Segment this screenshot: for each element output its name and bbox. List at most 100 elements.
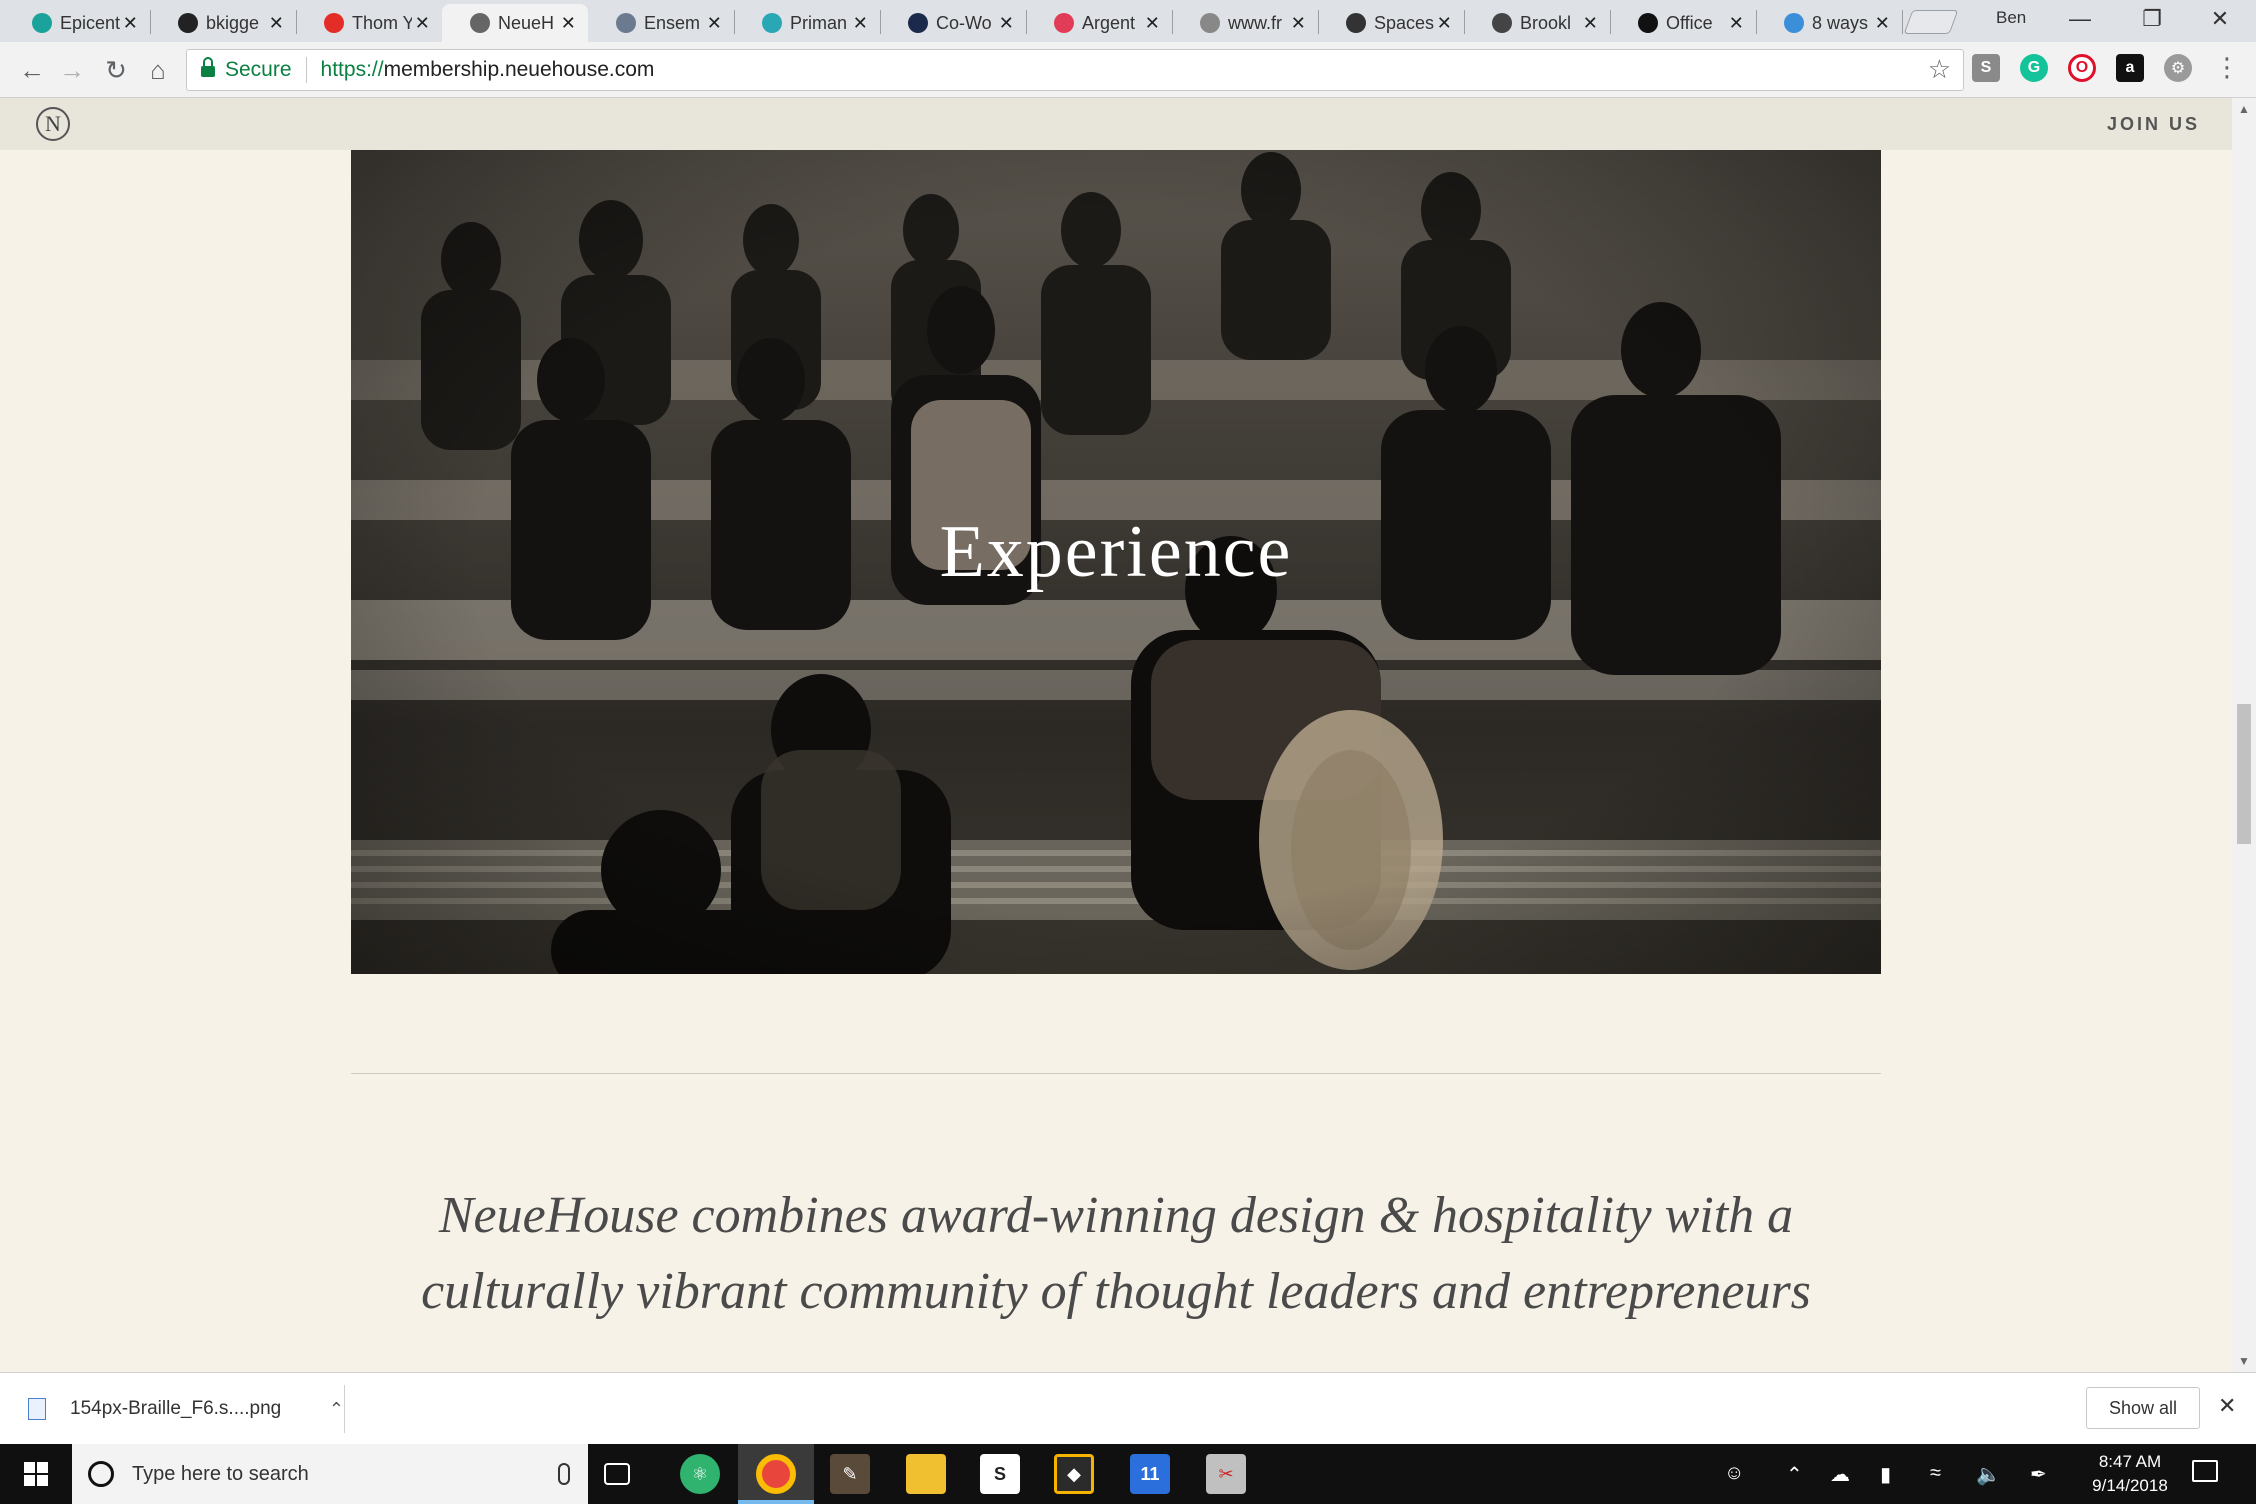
calendar-icon[interactable]: 11 — [1130, 1454, 1170, 1494]
neuehouse-logo-icon[interactable]: N — [36, 107, 70, 141]
grammarly-icon[interactable]: G — [2020, 54, 2048, 82]
close-tab-icon[interactable]: ✕ — [1288, 13, 1308, 34]
browser-tab[interactable]: bkigge ✕ — [150, 4, 296, 42]
snipping-tool-icon[interactable]: ✂ — [1206, 1454, 1246, 1494]
tab-title: Co-Wo — [936, 12, 992, 33]
close-tab-icon[interactable]: ✕ — [266, 13, 286, 34]
close-tab-icon[interactable]: ✕ — [120, 13, 140, 34]
cortana-icon — [88, 1461, 114, 1487]
forward-icon[interactable]: → — [56, 54, 88, 86]
download-item[interactable]: 154px-Braille_F6.s....png ⌃ — [28, 1387, 344, 1431]
volume-icon[interactable]: 🔈 — [1976, 1462, 2001, 1487]
tab-separator — [1902, 10, 1903, 34]
lock-icon — [201, 57, 215, 78]
close-tab-icon[interactable]: ✕ — [558, 13, 578, 34]
browser-tab[interactable]: Ensem ✕ — [588, 4, 734, 42]
scroll-down-arrow-icon[interactable]: ▼ — [2238, 1354, 2250, 1368]
close-tab-icon[interactable]: ✕ — [1434, 13, 1454, 34]
close-tab-icon[interactable]: ✕ — [1580, 13, 1600, 34]
browser-tab[interactable]: 8 ways ✕ — [1756, 4, 1902, 42]
system-clock[interactable]: 8:47 AM 9/14/2018 — [2080, 1450, 2180, 1498]
neuehouse-icon — [470, 13, 490, 33]
gimp-icon[interactable]: ✎ — [830, 1454, 870, 1494]
reload-icon[interactable]: ↻ — [100, 54, 132, 86]
browser-tab[interactable]: Epicent ✕ — [4, 4, 150, 42]
url-scheme: https:// — [320, 58, 384, 81]
back-icon[interactable]: ← — [16, 54, 48, 86]
close-tab-icon[interactable]: ✕ — [412, 13, 432, 34]
close-tab-icon[interactable]: ✕ — [850, 13, 870, 34]
show-all-button[interactable]: Show all — [2086, 1387, 2200, 1429]
tab-title: 8 ways — [1812, 12, 1869, 33]
home-icon[interactable]: ⌂ — [142, 54, 174, 86]
browser-tab[interactable]: www.fr ✕ — [1172, 4, 1318, 42]
browser-tab[interactable]: Priman ✕ — [734, 4, 880, 42]
join-us-link[interactable]: JOIN US — [2107, 114, 2200, 135]
browser-tab[interactable]: Co-Wo ✕ — [880, 4, 1026, 42]
primary-icon — [762, 13, 782, 33]
browser-tab[interactable]: Argent ✕ — [1026, 4, 1172, 42]
action-center-icon[interactable] — [2192, 1460, 2218, 1482]
browser-tab[interactable]: Brookl ✕ — [1464, 4, 1610, 42]
youtube-icon — [324, 13, 344, 33]
download-separator — [344, 1385, 345, 1433]
settings-gear-icon[interactable]: ⚙ — [2164, 54, 2192, 82]
file-explorer-icon[interactable] — [906, 1454, 946, 1494]
git-app-icon[interactable]: ◆ — [1054, 1454, 1094, 1494]
bookmark-star-icon[interactable]: ☆ — [1928, 54, 1951, 85]
wifi-icon[interactable]: ≈ — [1930, 1462, 1941, 1485]
tab-title: www.fr — [1228, 12, 1282, 33]
chevron-up-icon[interactable]: ⌃ — [329, 1399, 344, 1420]
ensemble-icon — [616, 13, 636, 33]
browser-tab[interactable]: Spaces ✕ — [1318, 4, 1464, 42]
close-tab-icon[interactable]: ✕ — [1726, 13, 1746, 34]
address-bar[interactable]: Secure https://membership.neuehouse.com … — [186, 49, 1964, 91]
page-icon — [1200, 13, 1220, 33]
battery-icon[interactable]: ▮ — [1880, 1462, 1891, 1487]
image-file-icon — [28, 1398, 46, 1420]
pen-icon[interactable]: ✒ — [2030, 1462, 2047, 1487]
browser-toolbar: ← → ↻ ⌂ Secure https://membership.neueho… — [0, 42, 2256, 98]
scroll-thumb[interactable] — [2237, 704, 2251, 844]
extension-s-icon[interactable]: S — [1972, 54, 2000, 82]
close-tab-icon[interactable]: ✕ — [1872, 13, 1892, 34]
opera-icon[interactable]: O — [2068, 54, 2096, 82]
eightways-icon — [1784, 13, 1804, 33]
section-divider — [351, 1073, 1881, 1074]
close-tab-icon[interactable]: ✕ — [704, 13, 724, 34]
close-tab-icon[interactable]: ✕ — [996, 13, 1016, 34]
atom-app-icon[interactable]: ⚛ — [680, 1454, 720, 1494]
onedrive-icon[interactable]: ☁ — [1830, 1462, 1850, 1487]
close-tab-icon[interactable]: ✕ — [1142, 13, 1162, 34]
tab-title: Ensem — [644, 12, 701, 33]
task-view-icon[interactable] — [604, 1463, 630, 1485]
browser-tab[interactable]: Office ✕ — [1610, 4, 1756, 42]
close-shelf-icon[interactable]: ✕ — [2218, 1393, 2236, 1419]
chrome-menu-icon[interactable]: ⋮ — [2214, 52, 2240, 83]
download-file-name: 154px-Braille_F6.s....png — [70, 1398, 282, 1419]
windows-taskbar: Type here to search ⚛ ✎ S ◆ 11 ✂ ☺ ⌃ ☁ ▮… — [0, 1444, 2256, 1504]
hero-title: Experience — [939, 511, 1293, 593]
page-scrollbar[interactable]: ▲ ▼ — [2232, 98, 2256, 1372]
chrome-taskbar-icon[interactable] — [756, 1454, 796, 1494]
sublime-s-icon[interactable]: S — [980, 1454, 1020, 1494]
people-icon[interactable]: ☺ — [1724, 1462, 1744, 1485]
restore-icon[interactable]: ❐ — [2132, 6, 2172, 32]
hero-image: Experience — [351, 150, 1881, 974]
minimize-icon[interactable]: — — [2060, 6, 2100, 32]
new-tab-button[interactable] — [1903, 10, 1959, 34]
close-window-icon[interactable]: ✕ — [2200, 6, 2240, 32]
browser-tab[interactable]: NeueH ✕ — [442, 4, 588, 42]
profile-name[interactable]: Ben — [1996, 8, 2026, 28]
microphone-icon[interactable] — [558, 1463, 570, 1485]
start-button[interactable] — [0, 1444, 72, 1504]
show-hidden-icons-icon[interactable]: ⌃ — [1786, 1462, 1803, 1487]
github-icon — [178, 13, 198, 33]
argent-icon — [1054, 13, 1074, 33]
scroll-up-arrow-icon[interactable]: ▲ — [2238, 102, 2250, 116]
tab-title: Office — [1666, 12, 1713, 33]
clock-time: 8:47 AM — [2098, 1452, 2162, 1471]
browser-tab[interactable]: Thom Y ✕ — [296, 4, 442, 42]
taskbar-search[interactable]: Type here to search — [72, 1444, 588, 1504]
amazon-icon[interactable]: a — [2116, 54, 2144, 82]
